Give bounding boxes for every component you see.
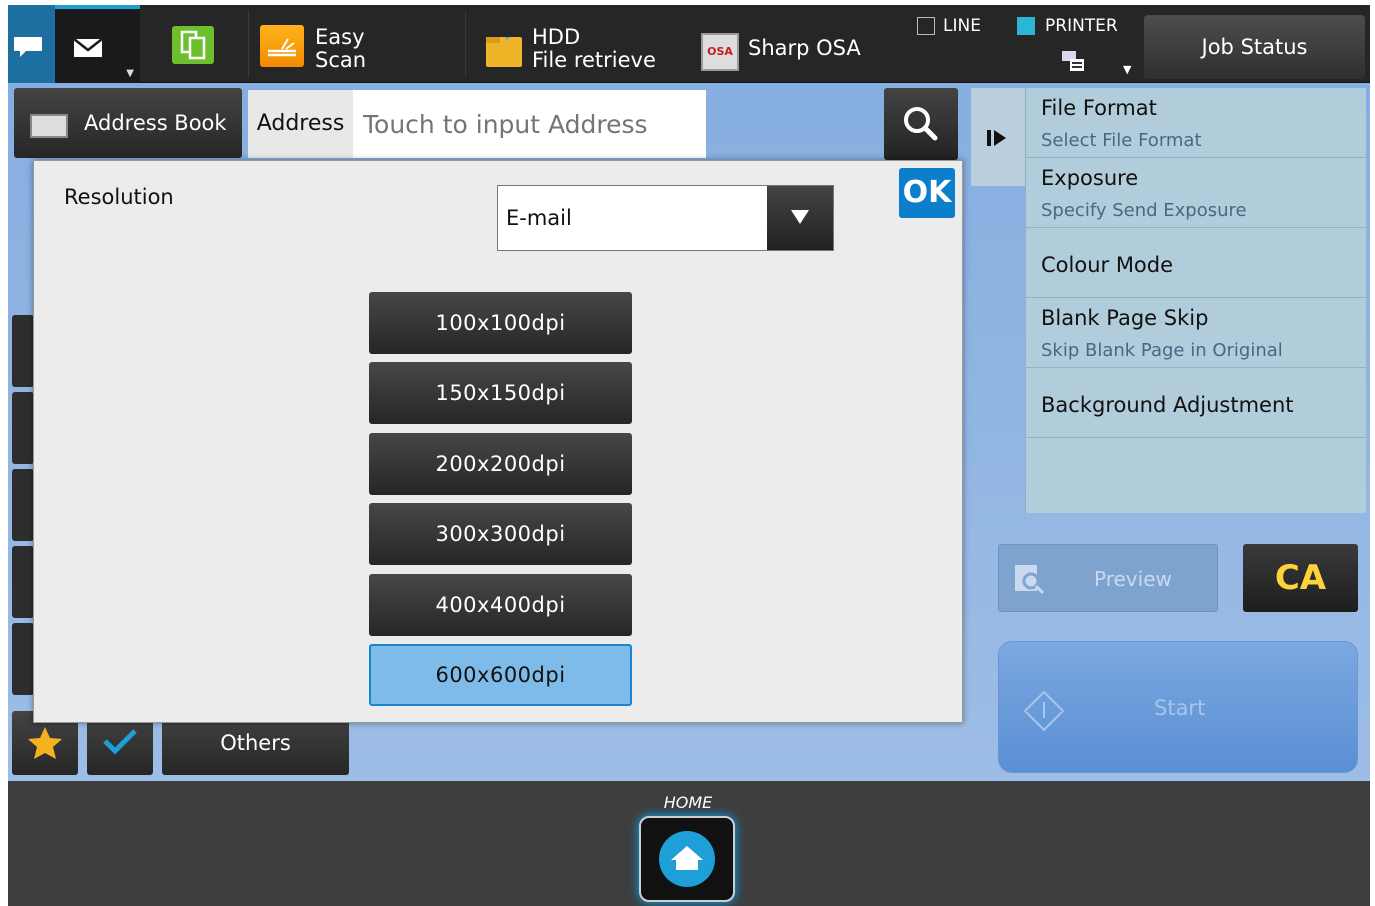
address-book-label: Address Book [84, 111, 227, 135]
preview-label: Preview [1094, 567, 1172, 591]
address-label: Address [248, 90, 353, 158]
file-format-item[interactable]: File Format Select File Format [1026, 88, 1367, 158]
left-tab[interactable] [12, 315, 34, 387]
side-item-subtitle: Select File Format [1041, 130, 1202, 151]
divider [248, 11, 249, 77]
sharp-osa-icon[interactable]: OSA [701, 33, 739, 71]
left-tab[interactable] [12, 623, 34, 695]
ok-button[interactable]: OK [899, 168, 955, 218]
easy-scan-label[interactable]: Easy Scan [315, 26, 366, 72]
dpi-option[interactable]: 400x400dpi [369, 574, 632, 636]
side-item-subtitle: Skip Blank Page in Original [1041, 340, 1283, 361]
home-icon [659, 831, 715, 887]
resolution-mode-select[interactable]: E-mail [497, 185, 834, 251]
search-icon [904, 107, 938, 141]
address-book-button[interactable]: Address Book [14, 88, 242, 158]
start-icon [1023, 690, 1065, 732]
blank-page-skip-item[interactable]: Blank Page Skip Skip Blank Page in Origi… [1026, 298, 1367, 368]
side-item-title: Exposure [1041, 166, 1139, 190]
colour-mode-item[interactable]: Colour Mode [1026, 228, 1367, 298]
easy-copy-icon[interactable] [172, 26, 214, 64]
side-item-title: Background Adjustment [1041, 393, 1294, 417]
mail-button[interactable]: ▼ [55, 5, 140, 83]
message-button[interactable] [8, 5, 55, 83]
easy-scan-icon[interactable] [260, 25, 304, 67]
search-button[interactable] [884, 88, 958, 160]
dpi-option[interactable]: 100x100dpi [369, 292, 632, 354]
side-item-title: File Format [1041, 96, 1157, 120]
dpi-option[interactable]: 200x200dpi [369, 433, 632, 495]
sharp-osa-label[interactable]: Sharp OSA [748, 37, 861, 60]
printer-label: PRINTER [1045, 16, 1118, 36]
expand-panel-button[interactable] [971, 88, 1025, 186]
home-label: HOME [663, 793, 713, 812]
hdd-file-retrieve-label[interactable]: HDD File retrieve [532, 26, 656, 72]
line-label: LINE [943, 16, 981, 36]
side-item-title: Colour Mode [1041, 253, 1174, 277]
settings-panel: File Format Select File Format Exposure … [1025, 88, 1367, 513]
job-status-button[interactable]: Job Status [1144, 15, 1365, 79]
dpi-option[interactable]: 150x150dpi [369, 362, 632, 424]
start-button[interactable]: Start [998, 641, 1358, 773]
left-tab[interactable] [12, 546, 34, 618]
preview-icon [1015, 565, 1045, 595]
chevron-down-icon: ▼ [126, 68, 134, 79]
background-adjustment-item[interactable]: Background Adjustment [1026, 368, 1367, 438]
chevron-down-icon[interactable]: ▼ [1123, 63, 1131, 76]
bottom-bar: HOME [8, 781, 1370, 906]
left-tab[interactable] [12, 469, 34, 541]
main-area: Address Book Address File Format Select … [8, 83, 1370, 781]
clear-all-button[interactable]: CA [1243, 544, 1358, 612]
side-item-title: Blank Page Skip [1041, 306, 1209, 330]
printer-indicator[interactable] [1017, 17, 1035, 35]
preview-button[interactable]: Preview [998, 544, 1218, 612]
resolution-dialog: Resolution E-mail OK 100x100dpi 150x150d… [33, 160, 963, 723]
select-value: E-mail [506, 206, 572, 230]
start-label: Start [1154, 696, 1206, 720]
dpi-option[interactable]: 300x300dpi [369, 503, 632, 565]
line-checkbox[interactable] [917, 17, 935, 35]
expand-icon [987, 130, 1006, 146]
dpi-option-selected[interactable]: 600x600dpi [369, 644, 632, 706]
printer-icon[interactable] [1060, 47, 1086, 73]
home-button[interactable] [639, 816, 735, 902]
screen: ▼ Easy Scan HDD File retrieve OSA Sharp … [8, 5, 1370, 906]
speech-bubble-icon [14, 37, 42, 57]
address-input[interactable] [353, 90, 706, 158]
left-tab[interactable] [12, 392, 34, 464]
dialog-title: Resolution [64, 185, 174, 209]
exposure-item[interactable]: Exposure Specify Send Exposure [1026, 158, 1367, 228]
address-book-icon [30, 114, 68, 138]
side-item-subtitle: Specify Send Exposure [1041, 200, 1247, 221]
divider [465, 11, 466, 77]
dropdown-arrow-icon[interactable] [767, 186, 833, 250]
top-bar: ▼ Easy Scan HDD File retrieve OSA Sharp … [8, 5, 1370, 83]
folder-icon[interactable] [486, 31, 522, 67]
